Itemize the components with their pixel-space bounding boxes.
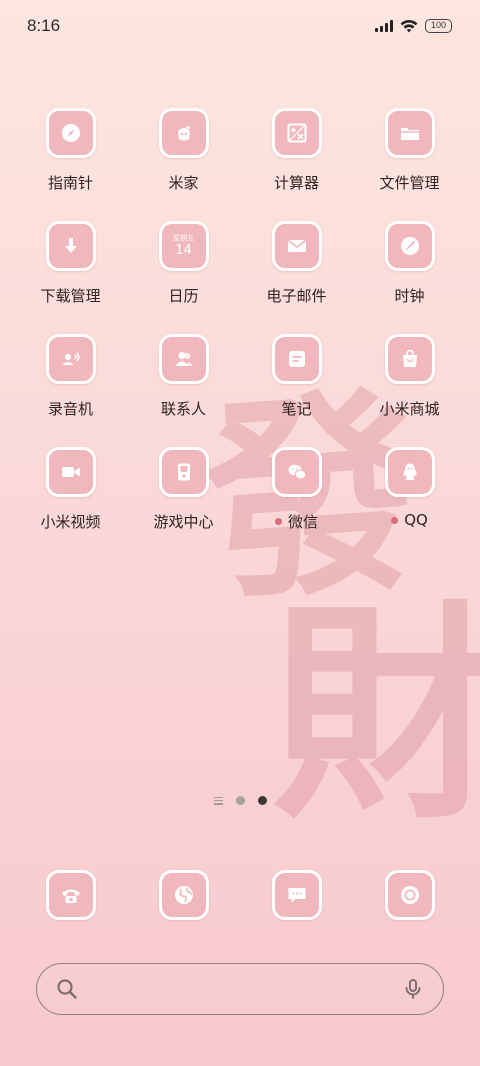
- app-mi-store[interactable]: 小米商城: [353, 334, 466, 447]
- app-label-file-manager: 文件管理: [379, 174, 440, 192]
- page-indicator[interactable]: [0, 796, 480, 805]
- app-mi-video[interactable]: 小米视频: [14, 447, 127, 560]
- app-file-manager[interactable]: 文件管理: [353, 108, 466, 221]
- search-bar[interactable]: [36, 963, 444, 1015]
- app-label-game-center: 游戏中心: [153, 513, 214, 531]
- battery-indicator: 100: [425, 19, 452, 33]
- app-label-wechat: 微信: [287, 513, 318, 531]
- microphone-icon[interactable]: [401, 977, 425, 1001]
- app-label-email: 电子邮件: [266, 287, 327, 305]
- search-input[interactable]: [89, 969, 391, 1009]
- recorder-icon: [45, 334, 96, 384]
- app-label-contacts: 联系人: [160, 400, 206, 418]
- app-contacts[interactable]: 联系人: [127, 334, 240, 447]
- app-calculator[interactable]: 计算器: [240, 108, 353, 221]
- calendar-weekday: 星期五: [173, 234, 194, 242]
- app-label-recorder: 录音机: [47, 400, 93, 418]
- dock-camera[interactable]: [353, 870, 466, 922]
- app-mijia[interactable]: 米家: [127, 108, 240, 221]
- qq-icon: [384, 447, 435, 497]
- calendar-day: 14: [175, 243, 192, 258]
- app-label-mi-video: 小米视频: [40, 513, 101, 531]
- app-label-calculator: 计算器: [273, 174, 319, 192]
- download-icon: [45, 221, 96, 271]
- app-compass[interactable]: 指南针: [14, 108, 127, 221]
- notes-icon: [271, 334, 322, 384]
- compass-icon: [45, 108, 96, 158]
- dock: [14, 870, 466, 922]
- app-calendar[interactable]: 星期五 14 日历: [127, 221, 240, 334]
- page-dot-2-active[interactable]: [257, 796, 267, 805]
- app-label-qq: QQ: [404, 511, 428, 529]
- shopping-bag-icon: [384, 334, 435, 384]
- app-grid: 指南针 米家 计算器 文件管理 下载管理 星期五 14 日历 电子邮件 时钟 录…: [14, 108, 466, 560]
- game-center-icon: [158, 447, 209, 497]
- folder-icon: [384, 108, 435, 158]
- app-clock[interactable]: 时钟: [353, 221, 466, 334]
- app-label-compass: 指南针: [47, 174, 93, 192]
- video-icon: [45, 447, 96, 497]
- app-label-clock: 时钟: [394, 287, 425, 305]
- app-label-notes: 笔记: [281, 400, 312, 418]
- signal-icon: [375, 20, 393, 32]
- app-game-center[interactable]: 游戏中心: [127, 447, 240, 560]
- dock-messages[interactable]: [240, 870, 353, 922]
- dock-browser[interactable]: [127, 870, 240, 922]
- app-wechat[interactable]: 微信: [240, 447, 353, 560]
- browser-icon: [158, 870, 209, 920]
- search-icon[interactable]: [55, 977, 79, 1001]
- notification-dot: [274, 518, 282, 525]
- app-email[interactable]: 电子邮件: [240, 221, 353, 334]
- phone-icon: [45, 870, 96, 920]
- app-downloads[interactable]: 下载管理: [14, 221, 127, 334]
- status-icons: 100: [375, 19, 452, 33]
- app-qq[interactable]: QQ: [353, 447, 466, 560]
- calendar-icon: 星期五 14: [158, 221, 209, 271]
- app-notes[interactable]: 笔记: [240, 334, 353, 447]
- wechat-icon: [271, 447, 322, 497]
- mail-icon: [271, 221, 322, 271]
- app-recorder[interactable]: 录音机: [14, 334, 127, 447]
- wifi-icon: [400, 19, 418, 33]
- contacts-icon: [158, 334, 209, 384]
- messages-icon: [271, 870, 322, 920]
- clock-icon: [384, 221, 435, 271]
- app-drawer-icon[interactable]: [213, 796, 223, 805]
- status-time: 8:16: [27, 16, 61, 35]
- app-label-mi-store: 小米商城: [379, 400, 440, 418]
- camera-icon: [384, 870, 435, 920]
- page-dot-1[interactable]: [235, 796, 245, 805]
- status-bar: 8:16 100: [0, 0, 480, 52]
- calculator-icon: [271, 108, 322, 158]
- app-label-calendar: 日历: [168, 287, 199, 305]
- mijia-icon: [158, 108, 209, 158]
- app-label-mijia: 米家: [168, 174, 199, 192]
- app-label-downloads: 下载管理: [40, 287, 101, 305]
- notification-dot: [391, 516, 399, 524]
- dock-phone[interactable]: [14, 870, 127, 922]
